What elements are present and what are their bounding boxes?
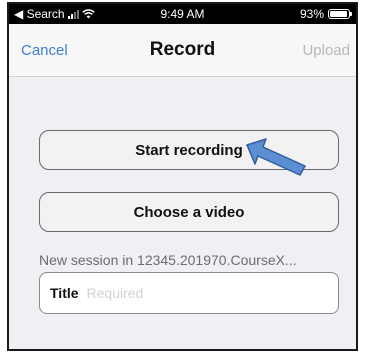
battery-level-fill: [330, 11, 347, 17]
navigation-bar: Cancel Record Upload: [9, 24, 356, 77]
upload-button[interactable]: Upload: [302, 42, 350, 59]
battery-percent: 93%: [299, 7, 324, 21]
pointer-arrow-icon: [246, 138, 306, 176]
session-label: New session in 12345.201970.CourseX...: [39, 252, 297, 268]
title-label: Title: [50, 285, 79, 301]
title-field[interactable]: Title: [39, 272, 339, 314]
battery-icon: [328, 9, 352, 19]
status-right: 93%: [299, 7, 352, 21]
title-input[interactable]: [86, 285, 287, 301]
phone-screen: ◀ Search 9:49 AM 93% Cancel Record Uploa…: [7, 2, 358, 351]
status-bar: ◀ Search 9:49 AM 93%: [9, 4, 356, 24]
choose-video-button[interactable]: Choose a video: [39, 192, 339, 232]
